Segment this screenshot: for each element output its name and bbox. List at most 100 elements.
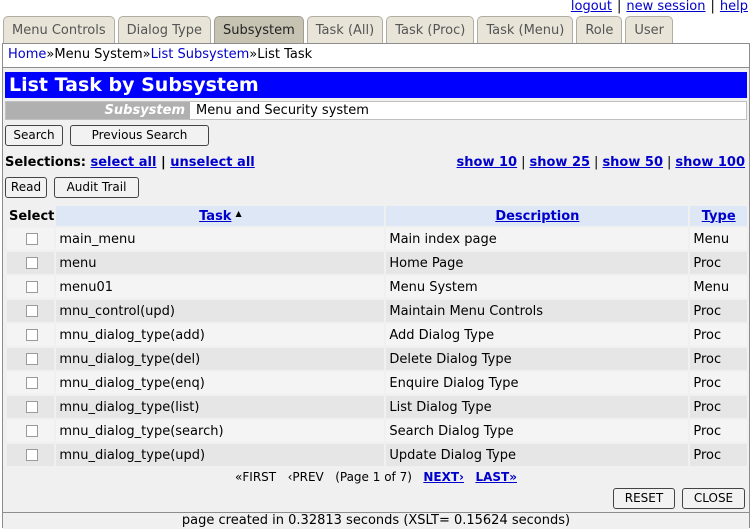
row-select-cell	[7, 420, 55, 442]
row-select-cell	[7, 324, 55, 346]
row-checkbox[interactable]	[26, 257, 39, 269]
type-cell: Proc	[690, 252, 747, 274]
description-cell: Add Dialog Type	[386, 324, 689, 346]
description-sort-link[interactable]: Description	[495, 209, 579, 224]
row-select-cell	[7, 300, 55, 322]
tab-task-proc[interactable]: Task (Proc)	[386, 16, 475, 43]
type-cell: Proc	[690, 324, 747, 346]
table-row: main_menu Main index page Menu	[7, 228, 747, 250]
task-cell: mnu_dialog_type(list)	[56, 396, 385, 418]
last-page-link[interactable]: LAST»	[475, 470, 517, 484]
tab-task-all[interactable]: Task (All)	[306, 16, 384, 43]
separator: |	[594, 155, 599, 170]
description-cell: Update Dialog Type	[386, 444, 689, 466]
breadcrumb: Home»Menu System»List Subsystem»List Tas…	[3, 44, 749, 68]
new-session-link[interactable]: new session	[626, 0, 705, 14]
page-title: List Task by Subsystem	[5, 72, 747, 98]
type-cell: Proc	[690, 396, 747, 418]
task-cell: mnu_dialog_type(search)	[56, 420, 385, 442]
table-row: menu01 Menu System Menu	[7, 276, 747, 298]
tab-user[interactable]: User	[625, 16, 673, 43]
row-select-cell	[7, 372, 55, 394]
row-select-cell	[7, 276, 55, 298]
description-cell: Main index page	[386, 228, 689, 250]
type-cell: Menu	[690, 276, 747, 298]
tab-bar: Menu Controls Dialog Type Subsystem Task…	[3, 16, 676, 43]
sort-ascending-icon: ▲	[235, 208, 242, 218]
breadcrumb-menu-system: Menu System	[54, 47, 143, 62]
select-header: Select	[7, 206, 55, 226]
task-cell: mnu_dialog_type(del)	[56, 348, 385, 370]
logout-link[interactable]: logout	[571, 0, 612, 14]
subsystem-value: Menu and Security system	[196, 103, 369, 118]
table-row: mnu_dialog_type(enq) Enquire Dialog Type…	[7, 372, 747, 394]
tab-subsystem[interactable]: Subsystem	[214, 16, 304, 43]
row-checkbox[interactable]	[26, 449, 39, 461]
breadcrumb-sep: »	[142, 47, 151, 62]
search-button[interactable]: Search	[5, 125, 63, 146]
row-checkbox[interactable]	[26, 305, 39, 317]
separator: |	[667, 155, 672, 170]
description-cell: Enquire Dialog Type	[386, 372, 689, 394]
type-cell: Proc	[690, 372, 747, 394]
selections: Selections: select all | unselect all	[5, 155, 255, 170]
description-cell: Delete Dialog Type	[386, 348, 689, 370]
select-all-link[interactable]: select all	[90, 155, 156, 170]
row-checkbox[interactable]	[26, 233, 39, 245]
page-size-links: show 10 | show 25 | show 50 | show 100	[457, 155, 745, 170]
close-button[interactable]: CLOSE	[682, 488, 745, 509]
row-checkbox[interactable]	[26, 281, 39, 293]
task-cell: menu01	[56, 276, 385, 298]
next-page-link[interactable]: NEXT›	[423, 470, 464, 484]
unselect-all-link[interactable]: unselect all	[170, 155, 254, 170]
show-25-link[interactable]: show 25	[529, 155, 590, 170]
breadcrumb-list-subsystem[interactable]: List Subsystem	[151, 47, 250, 62]
page-timing-footer: page created in 0.32813 seconds (XSLT= 0…	[3, 512, 749, 529]
table-row: menu Home Page Proc	[7, 252, 747, 274]
separator: |	[160, 155, 166, 170]
show-50-link[interactable]: show 50	[602, 155, 663, 170]
page-info: (Page 1 of 7)	[335, 470, 412, 484]
description-header: Description	[386, 206, 689, 226]
row-checkbox[interactable]	[26, 401, 39, 413]
tab-role[interactable]: Role	[576, 16, 623, 43]
task-cell: main_menu	[56, 228, 385, 250]
show-100-link[interactable]: show 100	[675, 155, 745, 170]
prev-page-label: ‹PREV	[287, 470, 324, 484]
subsystem-label: Subsystem	[6, 102, 190, 119]
table-row: mnu_dialog_type(add) Add Dialog Type Pro…	[7, 324, 747, 346]
breadcrumb-home[interactable]: Home	[8, 47, 46, 62]
read-button[interactable]: Read	[5, 177, 47, 198]
task-cell: mnu_dialog_type(add)	[56, 324, 385, 346]
description-cell: Search Dialog Type	[386, 420, 689, 442]
task-cell: mnu_dialog_type(enq)	[56, 372, 385, 394]
separator: |	[616, 0, 622, 14]
table-row: mnu_dialog_type(search) Search Dialog Ty…	[7, 420, 747, 442]
selections-label: Selections:	[5, 155, 86, 170]
task-header: Task ▲	[56, 206, 385, 226]
tab-dialog-type[interactable]: Dialog Type	[117, 16, 211, 43]
previous-search-button[interactable]: Previous Search	[70, 125, 209, 146]
type-cell: Proc	[690, 444, 747, 466]
task-cell: mnu_control(upd)	[56, 300, 385, 322]
type-cell: Proc	[690, 300, 747, 322]
row-checkbox[interactable]	[26, 329, 39, 341]
description-cell: Maintain Menu Controls	[386, 300, 689, 322]
type-header: Type	[690, 206, 747, 226]
row-checkbox[interactable]	[26, 353, 39, 365]
table-row: mnu_control(upd) Maintain Menu Controls …	[7, 300, 747, 322]
reset-button[interactable]: RESET	[613, 488, 675, 509]
tab-task-menu[interactable]: Task (Menu)	[477, 16, 574, 43]
show-10-link[interactable]: show 10	[457, 155, 518, 170]
audit-trail-button[interactable]: Audit Trail	[54, 177, 139, 198]
row-checkbox[interactable]	[26, 425, 39, 437]
type-sort-link[interactable]: Type	[702, 209, 736, 224]
help-link[interactable]: help	[720, 0, 748, 14]
type-cell: Proc	[690, 348, 747, 370]
row-checkbox[interactable]	[26, 377, 39, 389]
row-select-cell	[7, 444, 55, 466]
row-select-cell	[7, 348, 55, 370]
task-sort-link[interactable]: Task	[199, 209, 231, 224]
separator: |	[710, 0, 715, 14]
tab-menu-controls[interactable]: Menu Controls	[3, 16, 115, 43]
